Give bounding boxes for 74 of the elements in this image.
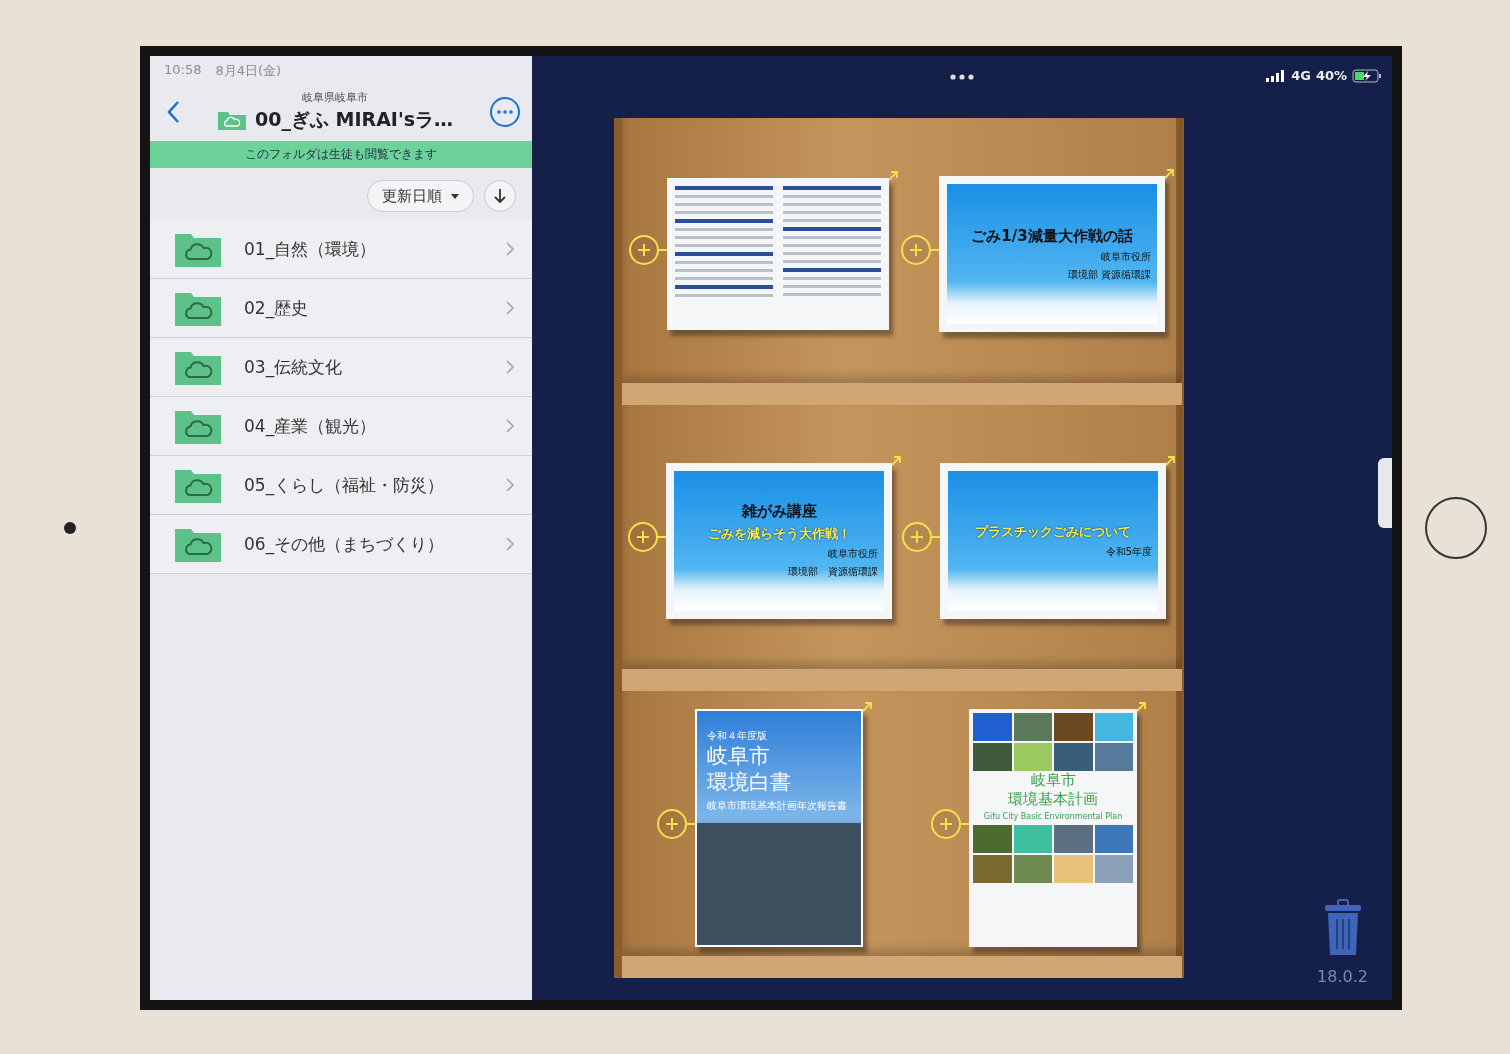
slide-subtitle: ごみを減らそう大作戦！ (707, 525, 851, 544)
slide-subtitle: プラスチックごみについて (975, 523, 1131, 541)
status-time: 10:58 (164, 62, 202, 79)
report-thumbnail-drawing[interactable] (667, 178, 889, 331)
slide-caption: 環境部 資源循環課 (1067, 267, 1151, 282)
plus-icon (910, 530, 924, 544)
add-button[interactable] (657, 808, 687, 839)
home-button[interactable] (1425, 497, 1487, 559)
back-icon[interactable] (166, 99, 180, 124)
plus-icon (665, 816, 679, 831)
folder-item[interactable]: 05_くらし（福祉・防災） (150, 456, 532, 515)
expand-arrow-icon[interactable] (1164, 455, 1176, 467)
folder-item[interactable]: 01_自然（環境） (150, 220, 532, 279)
cover-subtitle: Gifu City Basic Environmental Plan (983, 811, 1123, 821)
plus-icon (939, 816, 953, 831)
cover-subtitle: 岐阜市環境基本計画年次報告書 (707, 799, 848, 814)
slide-thumbnail[interactable]: 雑がみ講座 ごみを減らそう大作戦！ 岐阜市役所 環境部 資源循環課 (666, 463, 892, 619)
expand-arrow-icon[interactable] (887, 170, 899, 183)
slide-thumbnail[interactable]: ごみ1/3減量大作戦の話 岐阜市役所 環境部 資源循環課 (939, 176, 1165, 333)
battery-percent: 40% (1315, 68, 1347, 83)
chevron-icon (506, 478, 514, 492)
folder-item[interactable]: 04_産業（観光） (150, 397, 532, 456)
chevron-icon (506, 537, 514, 551)
expand-arrow-icon[interactable] (1163, 168, 1175, 181)
cover-title: 環境白書 (707, 768, 792, 796)
slide-thumbnail[interactable]: プラスチックごみについて 令和5年度 (940, 463, 1166, 619)
side-handle[interactable] (1378, 458, 1392, 528)
signal-icon (1266, 69, 1287, 82)
add-button[interactable] (931, 808, 961, 839)
plus-icon (636, 530, 650, 544)
plus-icon (909, 243, 923, 258)
add-button[interactable] (901, 235, 931, 266)
chevron-icon (506, 242, 514, 256)
folder-item[interactable]: 06_その他（まちづくり） (150, 515, 532, 574)
expand-arrow-icon[interactable] (1135, 700, 1147, 713)
cover-title: 岐阜市 (1030, 770, 1076, 791)
caret-icon (451, 193, 459, 199)
cloud-folder-icon (216, 109, 247, 131)
add-button[interactable] (628, 522, 658, 552)
cover-edition: 令和４年度版 (707, 728, 768, 743)
chevron-icon (506, 419, 514, 433)
more-button[interactable] (490, 96, 520, 127)
sharing-banner: このフォルダは生徒も閲覧できます (150, 141, 532, 168)
expand-arrow-icon[interactable] (890, 455, 902, 467)
sort-order-button[interactable] (484, 180, 516, 212)
slide-caption: 岐阜市役所 (828, 547, 878, 562)
breadcrumb: 岐阜県岐阜市 (302, 90, 368, 105)
add-button[interactable] (902, 522, 932, 552)
slide-title: 雑がみ講座 (741, 502, 817, 522)
cover-title: 環境基本計画 (1008, 790, 1098, 810)
sort-button[interactable]: 更新日順 (367, 180, 474, 212)
network-label: 4G (1291, 68, 1311, 83)
arrow-down-icon (493, 188, 507, 204)
expand-arrow-icon[interactable] (861, 700, 873, 713)
multitasking-dots-icon[interactable] (950, 74, 974, 80)
slide-title: ごみ1/3減量大作戦の話 (971, 226, 1133, 246)
add-button[interactable] (629, 235, 659, 266)
slide-caption: 岐阜市役所 (1101, 249, 1151, 264)
folder-item[interactable]: 02_歴史 (150, 279, 532, 338)
version-label: 18.0.2 (1317, 967, 1368, 986)
camera-dot (64, 522, 76, 534)
folder-title: 00_ぎふ MIRAI'sラ… (254, 107, 454, 133)
chevron-icon (506, 360, 514, 374)
more-icon (497, 109, 513, 114)
chevron-icon (506, 301, 514, 315)
report-cover[interactable]: 令和４年度版 岐阜市 環境白書 岐阜市環境基本計画年次報告書 (695, 708, 863, 947)
plus-icon (637, 243, 651, 258)
trash-icon[interactable] (1322, 897, 1363, 957)
slide-caption: 令和5年度 (1105, 545, 1152, 559)
folder-item[interactable]: 03_伝統文化 (150, 338, 532, 397)
cover-title: 岐阜市 (707, 742, 771, 769)
battery-charging-icon (1352, 68, 1382, 83)
status-date: 8月4日(金) (215, 62, 282, 80)
slide-caption: 環境部 資源循環課 (788, 565, 878, 580)
